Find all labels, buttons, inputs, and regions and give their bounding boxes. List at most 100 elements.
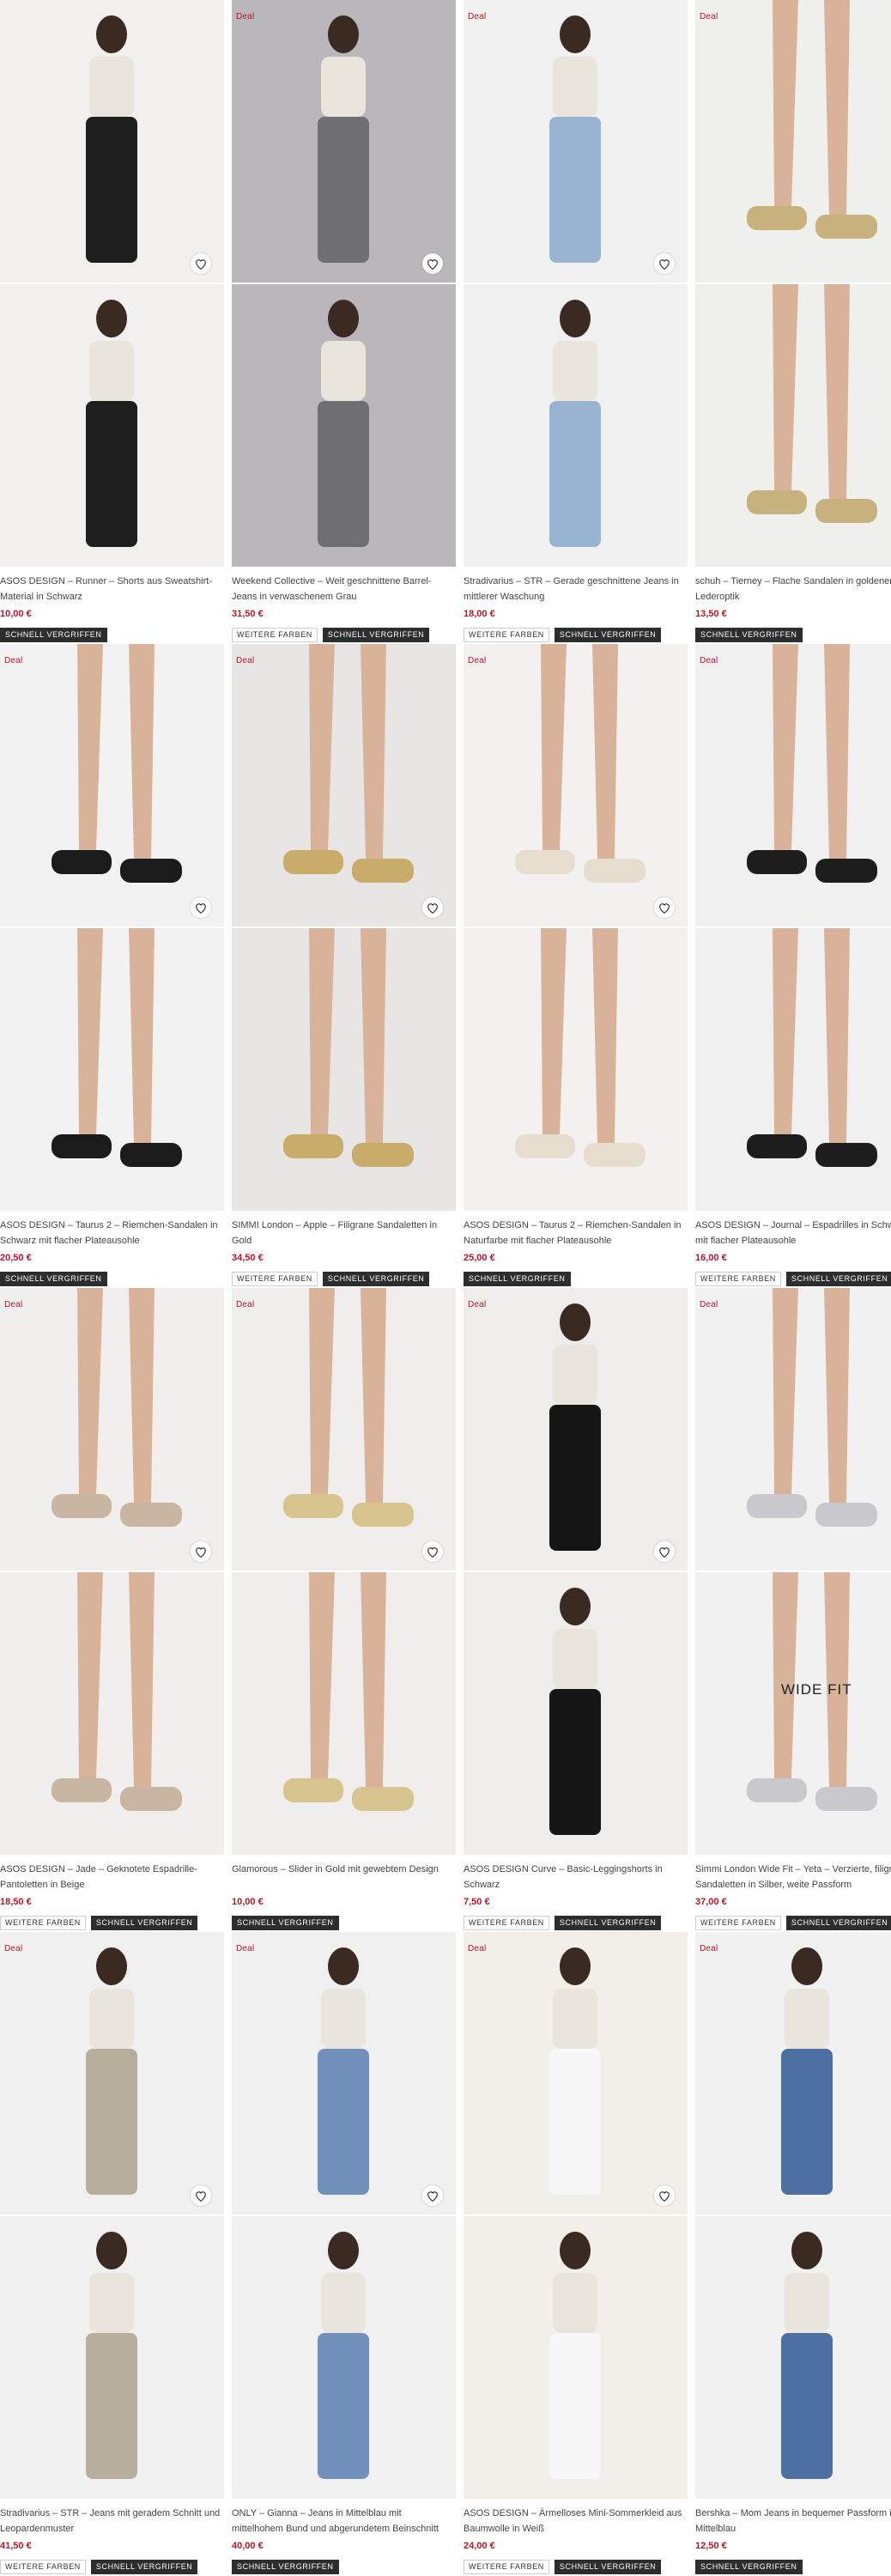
heart-icon[interactable] [191, 253, 211, 274]
product-image-alt[interactable] [695, 1572, 891, 1855]
product-card[interactable]: ASOS DESIGN – Runner – Shorts aus Sweats… [0, 0, 224, 644]
heart-icon-glyph [427, 902, 438, 914]
product-image[interactable] [0, 644, 224, 927]
product-image[interactable] [232, 1932, 456, 2215]
product-card[interactable]: Deal ONLY – Gianna – Jeans in Mittelblau … [232, 1932, 456, 2576]
product-name[interactable]: Weekend Collective – Weit geschnittene B… [232, 574, 454, 605]
more-colors-badge[interactable]: WEITERE FARBEN [232, 1272, 318, 1286]
product-card[interactable]: Deal Bershka – Mom Jeans in bequemer Pass… [695, 1932, 891, 2576]
heart-icon[interactable] [654, 897, 675, 918]
product-image-alt[interactable] [232, 284, 456, 567]
product-card[interactable]: Deal ASOS DESIGN – Journal – Espadrilles … [695, 644, 891, 1288]
heart-icon[interactable] [654, 2185, 675, 2206]
product-card[interactable]: Deal SIMMI London – Apple – Filigrane San… [232, 644, 456, 1288]
product-name[interactable]: Glamorous – Slider in Gold mit gewebtem … [232, 1862, 454, 1877]
product-name[interactable]: ASOS DESIGN – Runner – Shorts aus Sweats… [0, 574, 222, 605]
product-card[interactable]: Deal schuh – Tierney – Flache Sandalen in… [695, 0, 891, 644]
product-image[interactable] [464, 1288, 688, 1571]
product-name[interactable]: ASOS DESIGN – Taurus 2 – Riemchen-Sandal… [464, 1218, 686, 1249]
product-image[interactable] [464, 644, 688, 927]
more-colors-badge[interactable]: WEITERE FARBEN [464, 628, 549, 642]
selling-fast-badge: SCHNELL VERGRIFFEN [0, 628, 107, 642]
heart-icon[interactable] [422, 2185, 443, 2206]
product-name[interactable]: ASOS DESIGN – Taurus 2 – Riemchen-Sandal… [0, 1218, 222, 1249]
heart-icon[interactable] [422, 253, 443, 274]
product-name[interactable]: schuh – Tierney – Flache Sandalen in gol… [695, 574, 891, 605]
product-image[interactable] [464, 1932, 688, 2215]
product-name[interactable]: Bershka – Mom Jeans in bequemer Passform… [695, 2506, 891, 2537]
product-image-alt[interactable] [232, 1572, 456, 1855]
product-name-line-2: Mittelblau [695, 2524, 736, 2534]
heart-icon[interactable] [191, 897, 211, 918]
product-price: 10,00 € [232, 1897, 264, 1907]
product-badges: WEITERE FARBEN SCHNELL VERGRIFFEN [695, 1272, 891, 1286]
more-colors-badge[interactable]: WEITERE FARBEN [0, 1916, 86, 1930]
product-name-line-1: Stradivarius – STR – Gerade geschnittene… [464, 576, 679, 586]
product-image[interactable] [0, 1288, 224, 1571]
product-card[interactable]: Deal Stradivarius – STR – Gerade geschnit… [464, 0, 688, 644]
product-price: 31,50 € [232, 609, 264, 619]
product-image[interactable] [695, 644, 891, 927]
heart-icon[interactable] [654, 253, 675, 274]
product-image-alt[interactable] [695, 2216, 891, 2499]
product-image-alt[interactable] [232, 2216, 456, 2499]
selling-fast-badge: SCHNELL VERGRIFFEN [232, 2560, 339, 2574]
product-name[interactable]: SIMMI London – Apple – Filigrane Sandale… [232, 1218, 454, 1249]
heart-icon[interactable] [422, 1541, 443, 1562]
product-image-alt[interactable] [464, 2216, 688, 2499]
product-card[interactable]: Deal Stradivarius – STR – Jeans mit gerad… [0, 1932, 224, 2576]
product-card[interactable]: Deal Glamorous – Slider in Gold mit geweb… [232, 1288, 456, 1932]
heart-icon[interactable] [191, 1541, 211, 1562]
product-card[interactable]: Deal ASOS DESIGN – Taurus 2 – Riemchen-Sa… [0, 644, 224, 1288]
more-colors-badge[interactable]: WEITERE FARBEN [695, 1272, 781, 1286]
product-image-alt[interactable] [0, 2216, 224, 2499]
product-photo-graphic [0, 284, 224, 567]
product-name[interactable]: Simmi London Wide Fit – Yeta – Verzierte… [695, 1862, 891, 1893]
product-name[interactable]: ONLY – Gianna – Jeans in Mittelblau mit m… [232, 2506, 454, 2537]
product-card[interactable]: Deal ASOS DESIGN – Taurus 2 – Riemchen-Sa… [464, 644, 688, 1288]
product-image[interactable] [695, 0, 891, 283]
product-name[interactable]: ASOS DESIGN Curve – Basic-Leggingshorts … [464, 1862, 686, 1893]
product-card[interactable]: Deal WIDE FIT Simmi London Wide Fit – Yeta… [695, 1288, 891, 1932]
more-colors-badge[interactable]: WEITERE FARBEN [464, 1916, 549, 1930]
product-image-alt[interactable] [0, 284, 224, 567]
heart-icon[interactable] [422, 897, 443, 918]
product-price: 24,00 € [464, 2541, 495, 2551]
product-card[interactable]: Deal Weekend Collective – Weit geschnitte… [232, 0, 456, 644]
more-colors-badge[interactable]: WEITERE FARBEN [464, 2560, 549, 2574]
product-name[interactable]: ASOS DESIGN – Journal – Espadrilles in S… [695, 1218, 891, 1249]
product-name-line-1: schuh – Tierney – Flache Sandalen in gol… [695, 576, 891, 586]
product-image[interactable] [0, 0, 224, 283]
product-image-alt[interactable] [464, 1572, 688, 1855]
product-name[interactable]: Stradivarius – STR – Gerade geschnittene… [464, 574, 686, 605]
product-card[interactable]: Deal ASOS DESIGN – Jade – Geknotete Espad… [0, 1288, 224, 1932]
product-image-alt[interactable] [464, 284, 688, 567]
product-image[interactable] [695, 1932, 891, 2215]
product-image-alt[interactable] [0, 928, 224, 1211]
product-image-alt[interactable] [232, 928, 456, 1211]
product-name-line-1: ONLY – Gianna – Jeans in Mittelblau mit [232, 2508, 402, 2518]
product-image[interactable] [464, 0, 688, 283]
heart-icon[interactable] [191, 2185, 211, 2206]
heart-icon[interactable] [654, 1541, 675, 1562]
more-colors-badge[interactable]: WEITERE FARBEN [695, 1916, 781, 1930]
product-card[interactable]: Deal ASOS DESIGN – Ärmelloses Mini-Sommer… [464, 1932, 688, 2576]
more-colors-badge[interactable]: WEITERE FARBEN [232, 628, 318, 642]
product-image[interactable] [232, 1288, 456, 1571]
product-name[interactable]: Stradivarius – STR – Jeans mit geradem S… [0, 2506, 222, 2537]
product-image-alt[interactable] [464, 928, 688, 1211]
product-name[interactable]: ASOS DESIGN – Ärmelloses Mini-Sommerklei… [464, 2506, 686, 2537]
product-card[interactable]: Deal ASOS DESIGN Curve – Basic-Leggingsho… [464, 1288, 688, 1932]
product-image-alt[interactable] [695, 928, 891, 1211]
product-image-alt[interactable] [0, 1572, 224, 1855]
product-image[interactable] [0, 1932, 224, 2215]
product-price: 25,00 € [464, 1253, 495, 1263]
product-image[interactable] [695, 1288, 891, 1571]
product-badges: SCHNELL VERGRIFFEN [0, 628, 107, 642]
product-image[interactable] [232, 644, 456, 927]
more-colors-badge[interactable]: WEITERE FARBEN [0, 2560, 86, 2574]
product-image[interactable] [232, 0, 456, 283]
product-name[interactable]: ASOS DESIGN – Jade – Geknotete Espadrill… [0, 1862, 222, 1893]
product-image-alt[interactable] [695, 284, 891, 567]
product-name-line-1: SIMMI London – Apple – Filigrane Sandale… [232, 1220, 438, 1230]
